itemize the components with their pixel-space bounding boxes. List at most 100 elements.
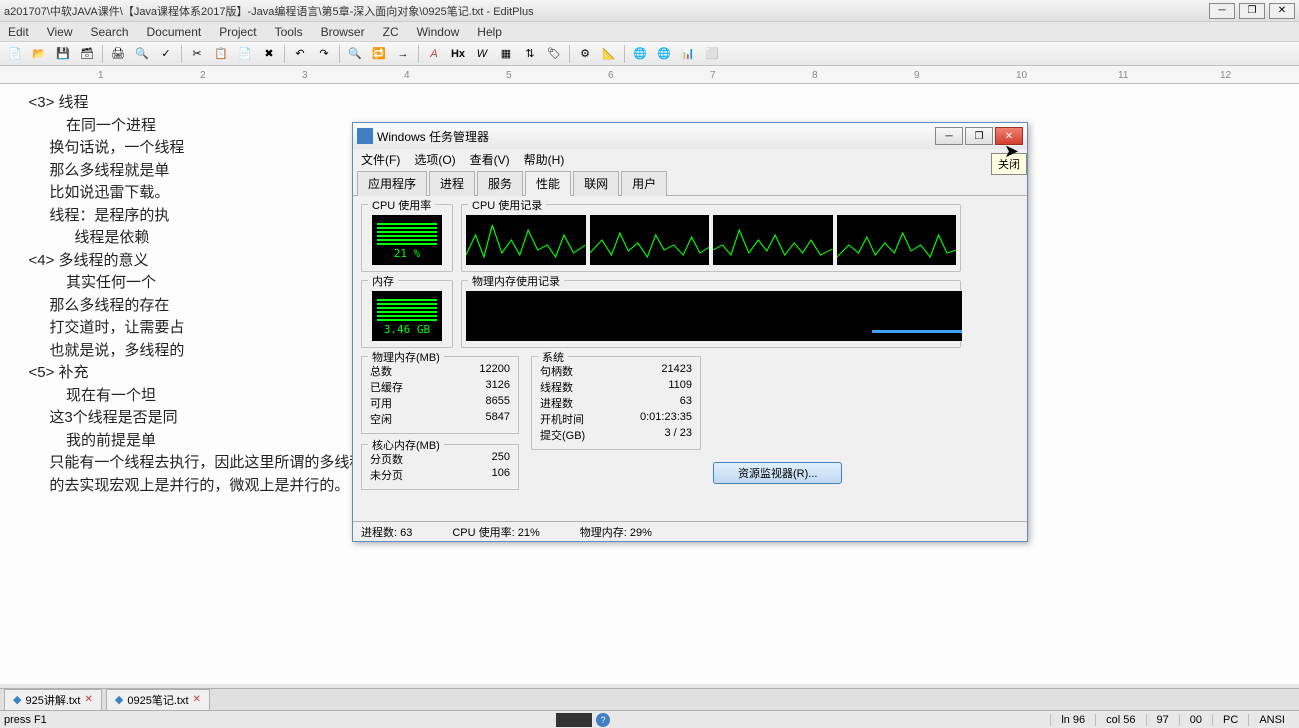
tm-menu-options[interactable]: 选项(O) (414, 151, 455, 168)
tab-label: 0925笔记.txt (127, 692, 188, 708)
kernel-nonpaged-label: 未分页 (370, 467, 403, 483)
browser1-icon[interactable]: 🌐 (629, 44, 651, 64)
w-icon[interactable]: W (471, 44, 493, 64)
tm-minimize-button[interactable]: ─ (935, 127, 963, 145)
sys-procs-value: 63 (680, 395, 692, 411)
close-icon[interactable]: ✕ (85, 694, 93, 705)
sys-commit-label: 提交(GB) (540, 427, 585, 443)
menu-edit[interactable]: Edit (8, 25, 29, 39)
file-tab-1[interactable]: ◆ 925讲解.txt ✕ (4, 689, 102, 711)
text-line: <3> 线程 (16, 92, 1283, 115)
kernel-paged-label: 分页数 (370, 451, 403, 467)
maximize-button[interactable]: ❐ (1239, 3, 1265, 19)
replace-icon[interactable]: 🔁 (368, 44, 390, 64)
cpu-core-2-graph (590, 215, 710, 265)
menu-help[interactable]: Help (477, 25, 502, 39)
paste-icon[interactable]: 📄 (234, 44, 256, 64)
help-icon[interactable]: ? (596, 713, 610, 727)
cut-icon[interactable]: ✂ (186, 44, 208, 64)
menu-view[interactable]: View (47, 25, 73, 39)
close-icon[interactable]: ✕ (193, 694, 201, 705)
new-file-icon[interactable]: 📄 (4, 44, 26, 64)
window-title: a201707\中软JAVA课件\【Java课程体系2017版】-Java编程语… (4, 3, 1209, 19)
undo-icon[interactable]: ↶ (289, 44, 311, 64)
sys-uptime-label: 开机时间 (540, 411, 584, 427)
tm-performance-panel: CPU 使用率 21 % CPU 使用记录 内存 (353, 196, 1027, 498)
menu-zc[interactable]: ZC (383, 25, 399, 39)
tm-tab-services[interactable]: 服务 (477, 171, 523, 196)
grid-icon[interactable]: ▦ (495, 44, 517, 64)
hx-icon[interactable]: Hx (447, 44, 469, 64)
open-file-icon[interactable]: 📂 (28, 44, 50, 64)
tm-status-cpu: CPU 使用率: 21% (452, 524, 539, 540)
menu-browser[interactable]: Browser (321, 25, 365, 39)
tool-icon[interactable]: ⚙ (574, 44, 596, 64)
save-icon[interactable]: 💾 (52, 44, 74, 64)
tm-status-memory: 物理内存: 29% (580, 524, 652, 540)
spellcheck-icon[interactable]: ✓ (155, 44, 177, 64)
physmem-avail-value: 8655 (486, 395, 510, 411)
memory-history-graph (466, 291, 962, 341)
delete-icon[interactable]: ✖ (258, 44, 280, 64)
status-v2: 00 (1179, 714, 1212, 726)
preview-icon[interactable]: 🔍 (131, 44, 153, 64)
tm-tab-performance[interactable]: 性能 (525, 171, 571, 196)
status-bar: press F1 ? ln 96 col 56 97 00 PC ANSI (0, 710, 1299, 728)
tm-status-bar: 进程数: 63 CPU 使用率: 21% 物理内存: 29% (353, 521, 1027, 541)
memory-history-group: 物理内存使用记录 (461, 280, 961, 348)
tm-menu-file[interactable]: 文件(F) (361, 151, 400, 168)
ruler-4: 4 (404, 70, 410, 81)
goto-icon[interactable]: → (392, 44, 414, 64)
status-pc: PC (1212, 714, 1248, 726)
menu-project[interactable]: Project (219, 25, 256, 39)
kernel-paged-value: 250 (492, 451, 510, 467)
save-all-icon[interactable]: 🗃 (76, 44, 98, 64)
separator (284, 45, 285, 63)
tm-maximize-button[interactable]: ❐ (965, 127, 993, 145)
tool2-icon[interactable]: 📐 (598, 44, 620, 64)
tm-title-bar[interactable]: Windows 任务管理器 ─ ❐ ✕ (353, 123, 1027, 149)
lab-icon[interactable]: 🏷 (543, 44, 565, 64)
ruler-10: 10 (1016, 70, 1027, 81)
menu-window[interactable]: Window (417, 25, 460, 39)
redo-icon[interactable]: ↷ (313, 44, 335, 64)
ruler-1: 1 (98, 70, 104, 81)
ime-icon[interactable] (556, 713, 592, 727)
task-manager-window: Windows 任务管理器 ─ ❐ ✕ ➤ 关闭 文件(F) 选项(O) 查看(… (352, 122, 1028, 542)
physmem-free-value: 5847 (486, 411, 510, 427)
resource-monitor-button[interactable]: 资源监视器(R)... (713, 462, 842, 484)
tm-tab-apps[interactable]: 应用程序 (357, 171, 427, 196)
file-tab-2[interactable]: ◆ 0925笔记.txt ✕ (106, 689, 210, 711)
arrows-icon[interactable]: ⇅ (519, 44, 541, 64)
close-button[interactable]: ✕ (1269, 3, 1295, 19)
tm-menu-help[interactable]: 帮助(H) (524, 151, 565, 168)
cpu-history-label: CPU 使用记录 (468, 197, 546, 213)
sys-procs-label: 进程数 (540, 395, 573, 411)
physmem-free-label: 空闲 (370, 411, 392, 427)
browser2-icon[interactable]: 🌐 (653, 44, 675, 64)
ruler: 1 2 3 4 5 6 7 8 9 10 11 12 (0, 66, 1299, 84)
cursor-icon: ➤ (1004, 141, 1019, 162)
menu-tools[interactable]: Tools (275, 25, 303, 39)
tm-tab-network[interactable]: 联网 (573, 171, 619, 196)
ruler-6: 6 (608, 70, 614, 81)
print-icon[interactable]: 🖨 (107, 44, 129, 64)
ruler-9: 9 (914, 70, 920, 81)
find-icon[interactable]: 🔍 (344, 44, 366, 64)
tm-tab-processes[interactable]: 进程 (429, 171, 475, 196)
kernel-memory-box: 核心内存(MB) 分页数250 未分页106 (361, 444, 519, 490)
cpu-usage-label: CPU 使用率 (368, 197, 435, 213)
tool3-icon[interactable]: 📊 (677, 44, 699, 64)
memory-history-label: 物理内存使用记录 (468, 273, 564, 289)
menu-document[interactable]: Document (147, 25, 202, 39)
tool4-icon[interactable]: ⬜ (701, 44, 723, 64)
font-a-icon[interactable]: A (423, 44, 445, 64)
sys-uptime-value: 0:01:23:35 (640, 411, 692, 427)
tm-app-icon (357, 128, 373, 144)
minimize-button[interactable]: ─ (1209, 3, 1235, 19)
menu-search[interactable]: Search (90, 25, 128, 39)
title-bar: a201707\中软JAVA课件\【Java课程体系2017版】-Java编程语… (0, 0, 1299, 22)
tm-tab-users[interactable]: 用户 (621, 171, 667, 196)
tm-menu-view[interactable]: 查看(V) (470, 151, 510, 168)
copy-icon[interactable]: 📋 (210, 44, 232, 64)
